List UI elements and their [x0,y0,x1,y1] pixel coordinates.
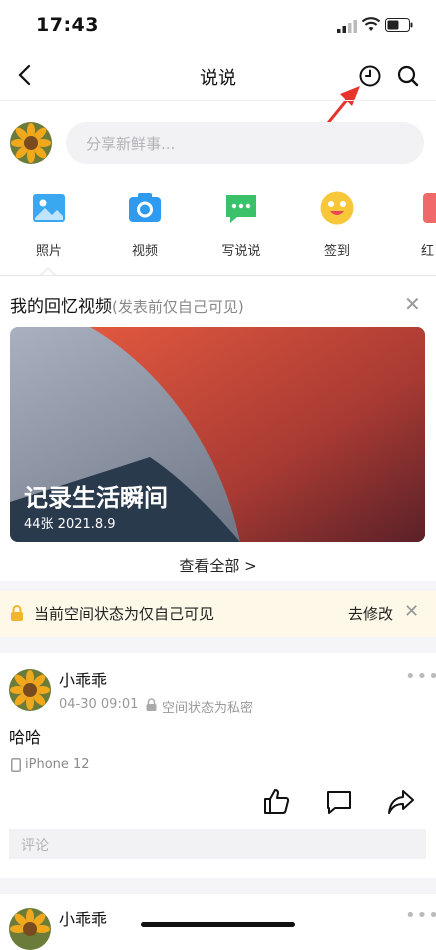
post-author[interactable]: 小乖乖 [59,667,107,691]
quick-action-label: 红 [421,244,435,259]
section-gap [0,878,436,894]
home-indicator [141,922,295,927]
post-text: 哈哈 [9,728,42,747]
memory-subtitle: (发表前仅自己可见) [112,298,244,316]
memory-title-text: 我的回忆视频 [10,297,112,317]
quick-action-label: 写说说 [221,244,261,259]
phone-icon [11,758,21,772]
post-privacy: 空间状态为私密 [162,701,254,716]
memory-meta: 44张 2021.8.9 [24,517,116,532]
wifi-icon [361,17,381,31]
chat-icon [226,195,256,223]
privacy-text: 当前空间状态为仅自己可见 [34,605,215,623]
modify-privacy-link[interactable]: 去修改 [348,603,393,624]
photo-icon [33,194,65,222]
share-input[interactable]: 分享新鲜事... [66,122,424,164]
quick-action-write[interactable]: 写说说 [201,190,281,259]
comment-placeholder: 评论 [21,838,49,854]
comment-icon[interactable] [325,788,353,816]
section-gap [0,637,436,653]
share-input-placeholder: 分享新鲜事... [86,135,176,153]
nav-divider [0,100,436,101]
quick-action-checkin[interactable]: 签到 [297,190,377,259]
camera-icon [129,193,161,222]
status-time: 17:43 [36,14,99,36]
post-device: iPhone 12 [25,757,90,772]
lock-icon [146,698,157,711]
share-icon[interactable] [387,788,415,816]
like-icon[interactable] [262,787,290,815]
more-icon[interactable]: ••• [405,905,436,926]
avatar[interactable] [9,669,51,711]
divider [0,275,436,276]
battery-icon [385,18,413,32]
view-all-link[interactable]: 查看全部 > [0,555,436,576]
search-icon[interactable] [396,64,420,88]
close-icon[interactable]: ✕ [404,292,421,316]
quick-action-label: 签到 [323,244,350,259]
smiley-icon [320,191,354,225]
avatar[interactable] [9,908,51,950]
memory-heading: 记录生活瞬间 [24,484,168,512]
quick-action-label: 视频 [131,244,158,259]
lock-icon [11,605,23,621]
close-icon[interactable]: ✕ [404,601,419,622]
post-author[interactable]: 小乖乖 [59,906,107,930]
more-icon[interactable]: ••• [405,666,436,687]
quick-action-photo[interactable]: 照片 [9,190,89,259]
memory-title: 我的回忆视频(发表前仅自己可见) [10,292,244,317]
quick-action-red-packet[interactable]: 红 [393,190,436,259]
quick-action-label: 照片 [35,244,62,259]
comment-input[interactable]: 评论 [9,829,426,859]
quick-action-video[interactable]: 视频 [105,190,185,259]
cellular-signal-icon [337,20,357,33]
avatar[interactable] [10,122,52,164]
post-time: 04-30 09:01 [59,697,139,712]
section-gap [0,581,436,591]
red-packet-icon [423,193,436,223]
